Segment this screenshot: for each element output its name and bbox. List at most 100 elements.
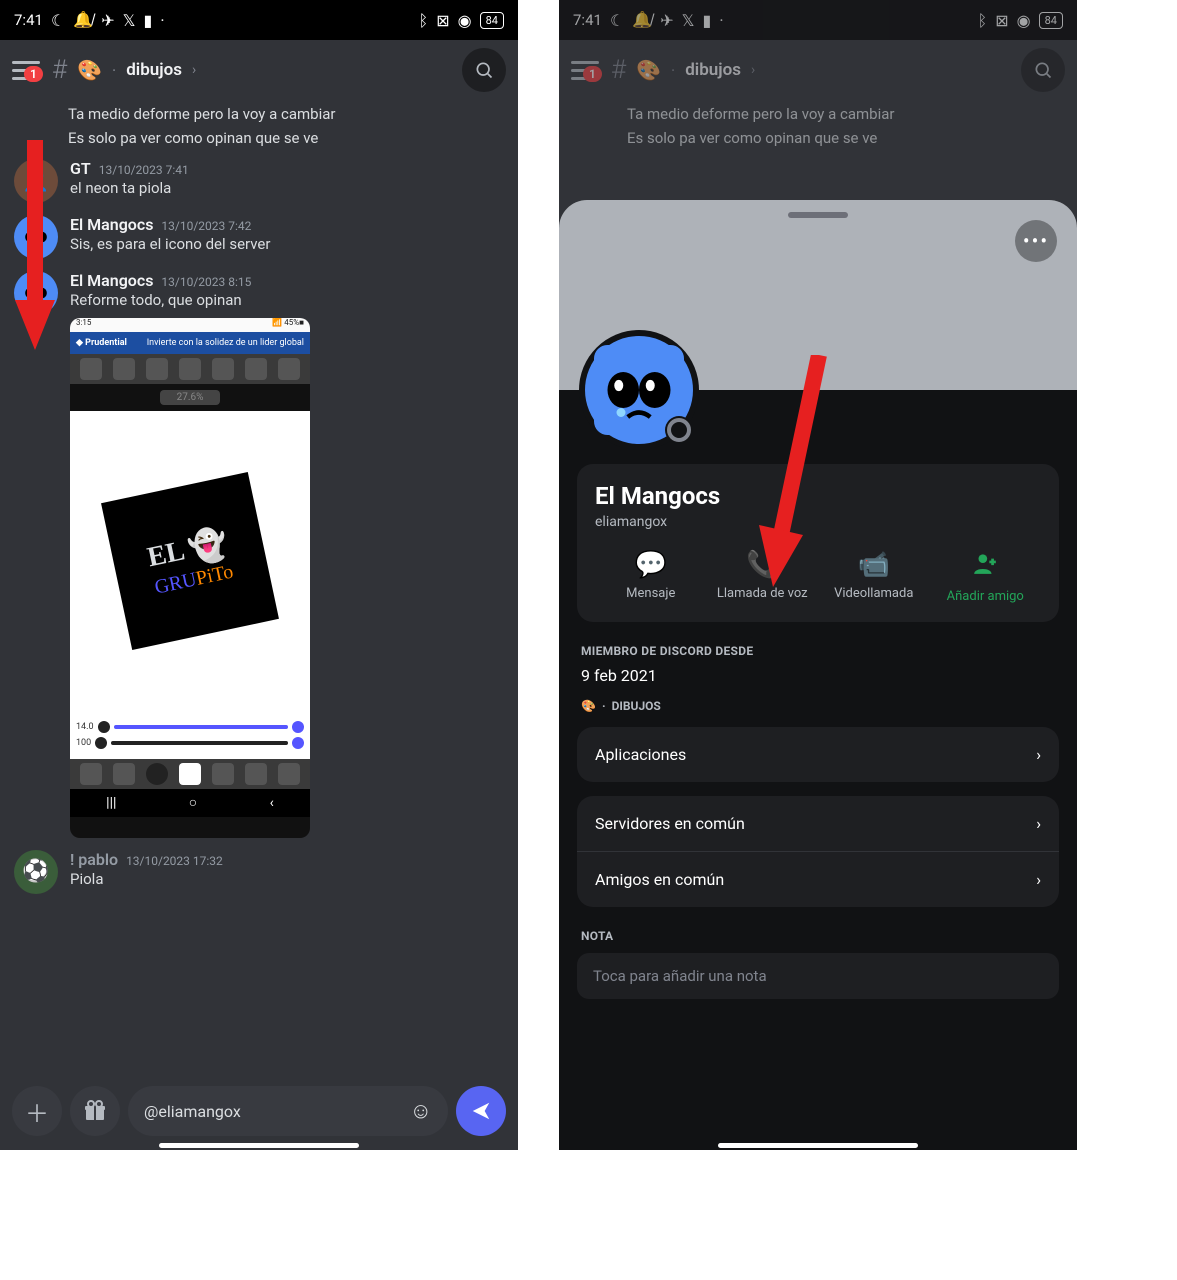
message[interactable]: 👤 GT 13/10/2023 7:41 el neon ta piola (14, 153, 504, 209)
video-call-action[interactable]: 📹 Videollamada (818, 550, 930, 604)
message-text: Sis, es para el icono del server (70, 234, 504, 254)
add-friend-action[interactable]: Añadir amigo (930, 550, 1042, 604)
search-icon (1033, 60, 1053, 80)
gift-icon (83, 1099, 107, 1123)
message-time: 13/10/2023 7:41 (99, 163, 189, 177)
channel-emoji: 🎨 (581, 699, 596, 713)
message-author[interactable]: El Mangocs (70, 271, 153, 290)
avatar[interactable] (14, 271, 58, 315)
list-label: Servidores en común (595, 814, 745, 833)
telegram-icon: ✈ (660, 11, 673, 30)
moon-icon: ☾ (610, 11, 624, 30)
nosim-icon: ⊠ (436, 11, 449, 30)
message-author[interactable]: El Mangocs (70, 215, 153, 234)
message-input-text: @eliamangox (144, 1102, 241, 1121)
video-icon: 📹 (858, 550, 890, 580)
x-icon: 𝕏 (123, 11, 136, 30)
notif-icon: ▮ (703, 11, 712, 30)
message[interactable]: El Mangocs 13/10/2023 8:15 Reforme todo,… (14, 265, 504, 844)
note-input[interactable]: Toca para añadir una nota (577, 953, 1059, 999)
vibrate-icon: 🔔̸ (73, 10, 93, 30)
channel-header: 1 # 🎨 · dibujos › (0, 40, 518, 100)
member-since-label: MIEMBRO DE DISCORD DESDE (581, 644, 1055, 658)
avatar[interactable]: ⚽ (14, 850, 58, 894)
message-author[interactable]: ! pablo (70, 850, 118, 869)
note-label: NOTA (581, 929, 1055, 943)
voice-call-action[interactable]: 📞 Llamada de voz (707, 550, 819, 604)
vibrate-icon: 🔔̸ (632, 10, 652, 30)
search-button[interactable] (1021, 48, 1065, 92)
battery-level: 84 (480, 12, 504, 29)
message-list-dim: Ta medio deforme pero la voy a cambiar E… (559, 100, 1077, 157)
message-action[interactable]: 💬 Mensaje (595, 550, 707, 604)
drag-handle[interactable] (788, 212, 848, 218)
more-iconündem: · (719, 11, 723, 30)
profile-info-card: El Mangocs eliamangox 💬 Mensaje 📞 Llamad… (577, 464, 1059, 622)
menu-badge: 1 (583, 66, 602, 82)
phone-screenshot-right: 7:41 ☾ 🔔̸ ✈ 𝕏 ▮ · ᛒ ⊠ ◉ 84 1 # 🎨 · dibuj… (559, 0, 1077, 1150)
gift-button[interactable] (70, 1086, 120, 1136)
blue-face-icon (18, 275, 54, 311)
attach-button[interactable]: ＋ (12, 1086, 62, 1136)
att-bottom-toolbar (70, 759, 310, 789)
user-profile-sheet[interactable]: ••• El Mangocs eliamangox 💬 Mensaje 📞 Ll… (559, 200, 1077, 1150)
message-author[interactable]: GT (70, 159, 91, 178)
status-bar: 7:41 ☾ 🔔̸ ✈ 𝕏 ▮ · ᛒ ⊠ ◉ 84 (559, 0, 1077, 40)
chevron-right-icon: › (1036, 870, 1041, 889)
channel-emoji: 🎨 (636, 58, 661, 82)
message-list[interactable]: Ta medio deforme pero la voy a cambiar E… (0, 100, 518, 904)
channel-header: 1 # 🎨 · dibujos › (559, 40, 1077, 100)
message-time: 13/10/2023 8:15 (161, 275, 251, 289)
message-time: 13/10/2023 7:42 (161, 219, 251, 233)
hash-icon: # (611, 55, 626, 85)
common-servers-item[interactable]: Servidores en común › (577, 796, 1059, 851)
message-text: Ta medio deforme pero la voy a cambiar (68, 104, 335, 124)
message-input[interactable]: @eliamangox ☺ (128, 1086, 448, 1136)
emoji-icon[interactable]: ☺ (410, 1098, 432, 1124)
status-time: 7:41 (14, 11, 43, 29)
message-text: Es solo pa ver como opinan que se ve (68, 128, 318, 148)
message[interactable]: El Mangocs 13/10/2023 7:42 Sis, es para … (14, 209, 504, 265)
att-toolbar (70, 354, 310, 384)
menu-button[interactable]: 1 (571, 69, 601, 72)
search-button[interactable] (462, 48, 506, 92)
list-label: Aplicaciones (595, 745, 686, 764)
avatar[interactable] (14, 215, 58, 259)
profile-display-name: El Mangocs (595, 482, 1041, 510)
search-icon (474, 60, 494, 80)
message-text: Ta medio deforme pero la voy a cambiar (627, 104, 894, 124)
att-canvas: EL 👻 GRUPiTo (70, 411, 310, 711)
status-bar: 7:41 ☾ 🔔̸ ✈ 𝕏 ▮ · ᛒ ⊠ ◉ 84 (0, 0, 518, 40)
profile-avatar[interactable] (579, 330, 699, 450)
home-indicator[interactable] (159, 1143, 359, 1148)
menu-badge: 1 (24, 66, 43, 82)
profile-username: eliamangox (595, 514, 1041, 530)
origin-label: DIBUJOS (612, 699, 661, 713)
more-options-button[interactable]: ••• (1015, 220, 1057, 262)
common-friends-item[interactable]: Amigos en común › (577, 851, 1059, 907)
send-button[interactable] (456, 1086, 506, 1136)
channel-name[interactable]: dibujos (126, 60, 182, 80)
dot: · (671, 61, 675, 80)
attachment-image[interactable]: 3:15 📶 45%■ ◆ Prudential Invierte con la… (70, 318, 310, 838)
phone-icon: 📞 (746, 550, 778, 580)
wifi-icon: ◉ (458, 11, 472, 30)
message-text: Reforme todo, que opinan (70, 290, 504, 310)
att-ad-banner: ◆ Prudential Invierte con la solidez de … (70, 332, 310, 354)
wifi-icon: ◉ (1017, 11, 1031, 30)
home-indicator[interactable] (718, 1143, 918, 1148)
chevron-right-icon: › (192, 62, 196, 78)
status-time: 7:41 (573, 11, 602, 29)
apps-item[interactable]: Aplicaciones › (577, 727, 1059, 782)
message[interactable]: ⚽ ! pablo 13/10/2023 17:32 Piola (14, 844, 504, 900)
avatar[interactable]: 👤 (14, 159, 58, 203)
add-friend-icon (972, 550, 998, 583)
menu-button[interactable]: 1 (12, 69, 42, 72)
nosim-icon: ⊠ (995, 11, 1008, 30)
note-placeholder: Toca para añadir una nota (593, 967, 767, 985)
battery-level: 84 (1039, 12, 1063, 29)
action-label: Llamada de voz (717, 586, 808, 601)
att-sliders: 14.0 100 (70, 711, 310, 759)
att-nav: |||○‹ (70, 789, 310, 817)
blue-face-icon (18, 219, 54, 255)
